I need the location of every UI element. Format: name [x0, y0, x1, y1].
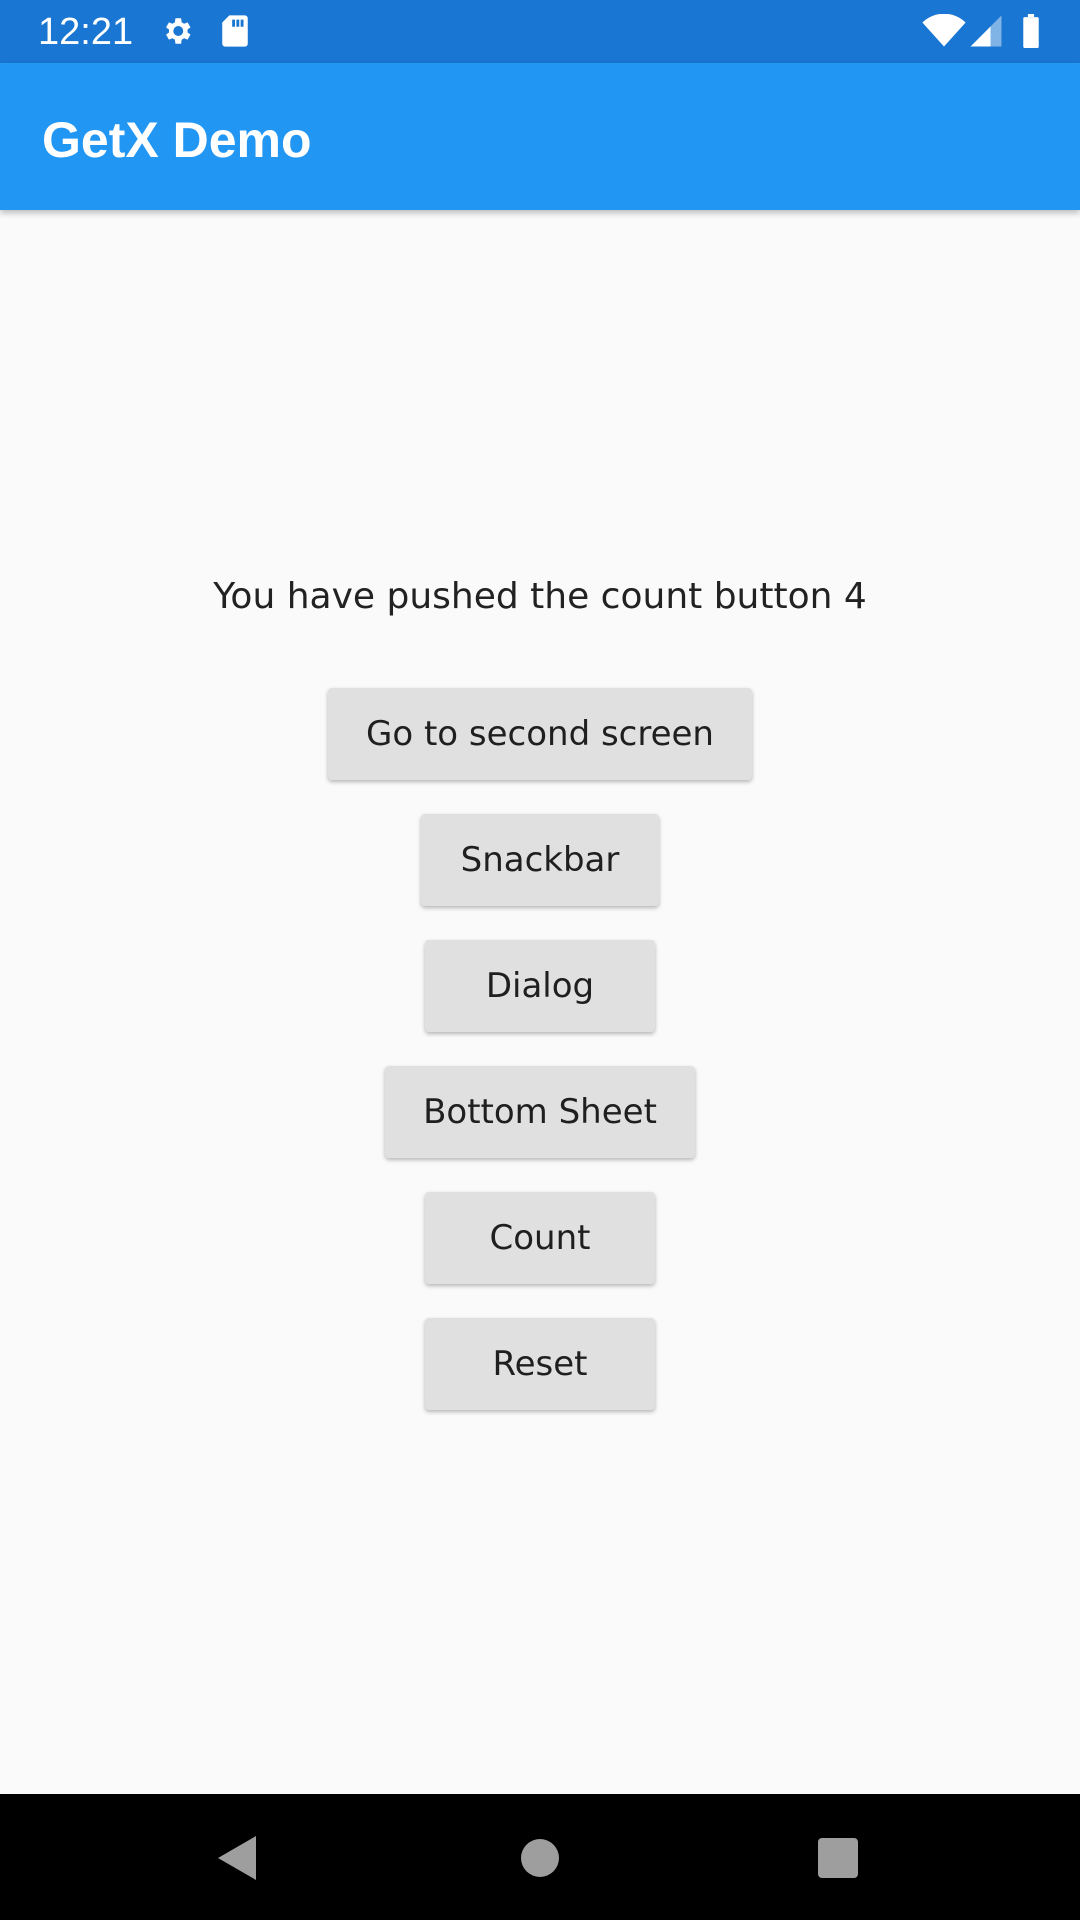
- sd-card-icon: [222, 15, 248, 47]
- dialog-button[interactable]: Dialog: [425, 940, 655, 1032]
- back-icon[interactable]: [212, 1830, 268, 1886]
- go-to-second-screen-button[interactable]: Go to second screen: [328, 688, 752, 780]
- battery-icon: [1023, 14, 1039, 48]
- reset-button[interactable]: Reset: [425, 1318, 655, 1410]
- wifi-icon: [922, 14, 966, 47]
- bottom-sheet-button[interactable]: Bottom Sheet: [385, 1066, 695, 1158]
- snackbar-button[interactable]: Snackbar: [421, 814, 659, 906]
- navigation-bar: [0, 1794, 1080, 1920]
- signal-icon: [970, 15, 1002, 47]
- counter-text: You have pushed the count button 4: [213, 576, 867, 617]
- status-bar: 12:21: [0, 0, 1080, 63]
- gear-icon: [166, 18, 191, 44]
- count-button[interactable]: Count: [425, 1192, 655, 1284]
- app-bar: GetX Demo: [0, 63, 1080, 210]
- app-screen: 12:21 GetX Demo You have pushed the coun…: [0, 0, 1080, 1920]
- app-title: GetX Demo: [42, 112, 312, 168]
- recent-apps-icon[interactable]: [810, 1830, 866, 1886]
- status-time: 12:21: [38, 11, 134, 53]
- home-icon[interactable]: [512, 1830, 568, 1886]
